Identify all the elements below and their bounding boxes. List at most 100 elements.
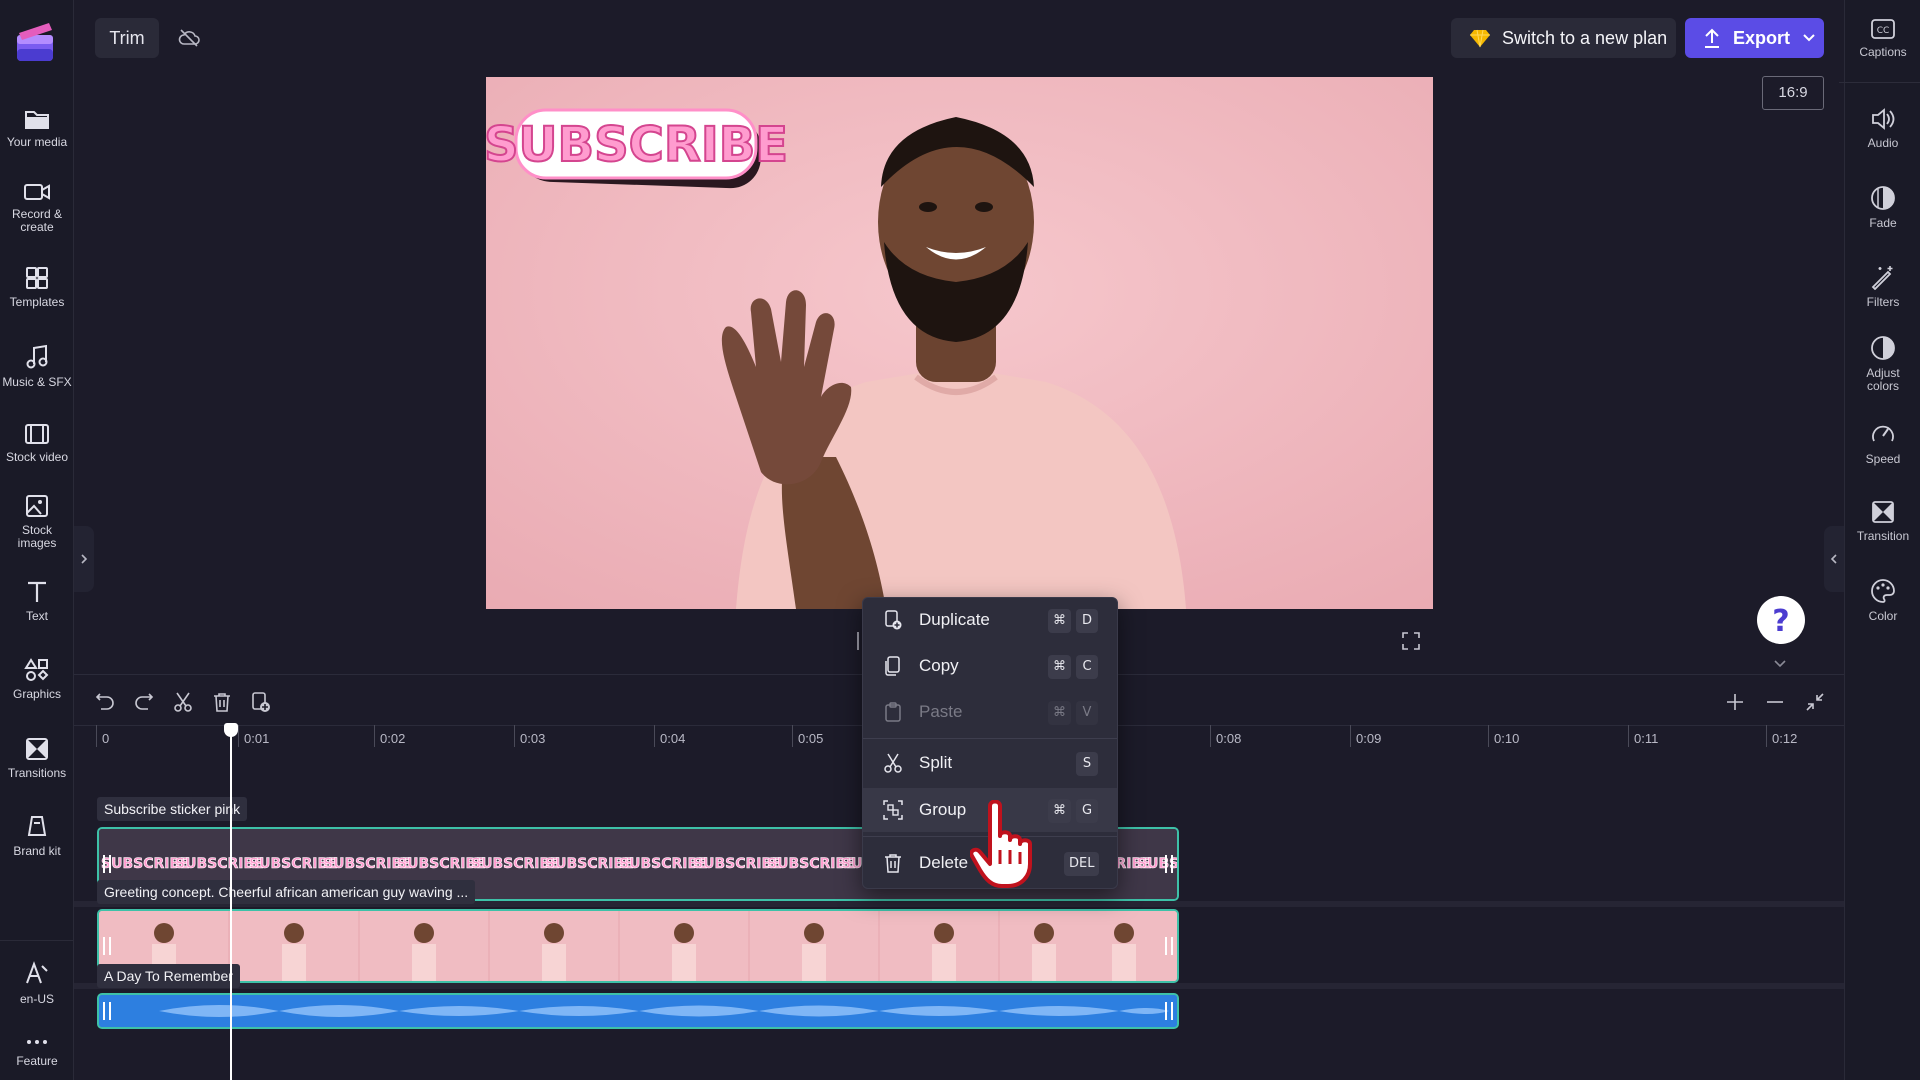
video-editor-app: Your media Record & create Templates Mus… (0, 0, 1920, 1080)
panel-item-color[interactable]: Color (1845, 578, 1920, 623)
tick-label: 0:03 (520, 731, 546, 746)
zoom-out-icon[interactable] (1764, 691, 1786, 713)
shortcut-key: D (1076, 609, 1098, 633)
sidebar-item-label: Text (25, 609, 48, 623)
contrast-icon (1871, 336, 1895, 360)
sidebar-item-graphics[interactable]: Graphics (0, 658, 74, 701)
clip-trim-handle-left[interactable] (103, 1002, 111, 1020)
sidebar-item-templates[interactable]: Templates (0, 266, 74, 309)
hand-pointer-cursor-icon (970, 800, 1042, 892)
sidebar-item-your-media[interactable]: Your media (0, 108, 74, 149)
language-icon (26, 961, 48, 984)
video-clip[interactable] (97, 909, 1179, 983)
menu-item-split[interactable]: Split S (863, 741, 1117, 785)
duplicate-add-icon[interactable] (250, 691, 272, 713)
duplicate-icon (885, 610, 902, 630)
clip-trim-handle-right[interactable] (1165, 1002, 1173, 1020)
right-panel-collapse-handle[interactable] (1824, 526, 1844, 592)
copy-icon (885, 656, 900, 676)
video-clip-thumbnails (99, 911, 1177, 981)
track-row-bg (74, 983, 1844, 989)
panel-item-speed[interactable]: Speed (1845, 421, 1920, 466)
panel-item-adjust-colors[interactable]: Adjust colors (1845, 335, 1920, 393)
trim-title-button[interactable]: Trim (95, 18, 159, 58)
delete-trash-icon[interactable] (211, 691, 233, 713)
help-collapse-chevron-icon[interactable] (1773, 659, 1787, 669)
panel-item-audio[interactable]: Audio (1845, 107, 1920, 150)
shapes-icon (24, 658, 49, 681)
audio-clip-label: A Day To Remember (97, 964, 240, 988)
panel-item-captions[interactable]: CC Captions (1845, 18, 1920, 59)
video-camera-icon (24, 184, 50, 200)
help-button[interactable]: ? (1757, 596, 1805, 644)
tick-label: 0:09 (1356, 731, 1382, 746)
aspect-ratio-button[interactable]: 16:9 (1762, 76, 1824, 110)
clip-trim-handle-right[interactable] (1165, 855, 1173, 873)
clip-trim-handle-left[interactable] (103, 937, 111, 955)
chevron-right-icon (81, 554, 88, 564)
switch-plan-label: Switch to a new plan (1502, 27, 1668, 48)
menu-item-duplicate[interactable]: Duplicate ⌘ D (863, 598, 1117, 642)
export-label: Export (1733, 27, 1791, 48)
clipchamp-logo-icon[interactable] (15, 21, 55, 63)
panel-item-fade[interactable]: Fade (1845, 185, 1920, 230)
sidebar-item-text[interactable]: Text (0, 580, 74, 623)
menu-item-copy[interactable]: Copy ⌘ C (863, 644, 1117, 688)
split-scissors-icon[interactable] (172, 691, 194, 713)
sidebar-item-label: Transitions (7, 766, 67, 780)
diamond-icon (1470, 29, 1490, 48)
sidebar-item-language[interactable]: en-US (0, 961, 74, 1006)
menu-item-label: Duplicate (919, 610, 990, 629)
undo-icon[interactable] (94, 691, 116, 713)
tick-label: 0:11 (1634, 731, 1659, 746)
svg-text:CC: CC (1877, 26, 1890, 36)
sidebar-item-label: Brand kit (13, 844, 61, 858)
menu-divider (863, 738, 1117, 739)
sidebar-item-stock-images[interactable]: Stock images (0, 494, 74, 550)
fullscreen-icon[interactable] (1401, 631, 1421, 651)
clip-trim-handle-right[interactable] (1165, 937, 1173, 955)
video-clip-label: Greeting concept. Cheerful african ameri… (97, 880, 476, 904)
playhead-handle[interactable] (224, 723, 238, 737)
sidebar-item-record-create[interactable]: Record & create (0, 182, 74, 234)
tick-label: 0:08 (1216, 731, 1242, 746)
text-icon (28, 581, 46, 602)
redo-icon[interactable] (133, 691, 155, 713)
more-icon (27, 1040, 47, 1044)
sidebar-item-feature[interactable]: Feature (0, 1035, 74, 1068)
switch-plan-button[interactable]: Switch to a new plan (1451, 18, 1676, 58)
panel-item-filters[interactable]: Filters (1845, 264, 1920, 309)
sidebar-item-label: Music & SFX (2, 375, 72, 389)
sidebar-item-stock-video[interactable]: Stock video (0, 423, 74, 464)
film-icon (25, 424, 49, 444)
sidebar-item-label: Stock images (17, 523, 57, 550)
captions-icon: CC (1871, 19, 1895, 39)
audio-clip[interactable] (97, 993, 1179, 1029)
menu-item-label: Group (919, 800, 967, 819)
sidebar-item-music-sfx[interactable]: Music & SFX (0, 344, 74, 389)
speaker-icon (1872, 108, 1895, 130)
export-button[interactable]: Export (1685, 18, 1824, 58)
aspect-ratio-label: 16:9 (1778, 84, 1808, 101)
zoom-in-icon[interactable] (1724, 691, 1746, 713)
left-panel-expand-handle[interactable] (74, 526, 94, 592)
preview-frame-image: SUBSCRIBE (486, 77, 1433, 609)
shortcut-key: C (1076, 655, 1098, 679)
sidebar-item-transitions[interactable]: Transitions (0, 737, 74, 780)
tick-label: 0:05 (798, 731, 824, 746)
panel-item-label: Captions (1859, 45, 1907, 59)
image-icon (26, 495, 48, 517)
tick-label: 0:12 (1772, 731, 1798, 746)
panel-item-transition[interactable]: Transition (1845, 500, 1920, 543)
menu-item-paste[interactable]: Paste ⌘ V (863, 690, 1117, 734)
video-preview[interactable]: SUBSCRIBE (486, 77, 1433, 609)
brand-kit-icon (27, 816, 47, 836)
fit-timeline-icon[interactable] (1804, 691, 1826, 713)
playhead[interactable] (230, 725, 232, 1080)
cloud-sync-off-icon[interactable] (178, 27, 200, 49)
clip-trim-handle-left[interactable] (103, 855, 111, 873)
tick-label: 0:04 (660, 731, 686, 746)
shortcut-key: ⌘ (1048, 655, 1071, 679)
chevron-left-icon (1830, 554, 1837, 564)
sidebar-item-brand-kit[interactable]: Brand kit (0, 815, 74, 858)
